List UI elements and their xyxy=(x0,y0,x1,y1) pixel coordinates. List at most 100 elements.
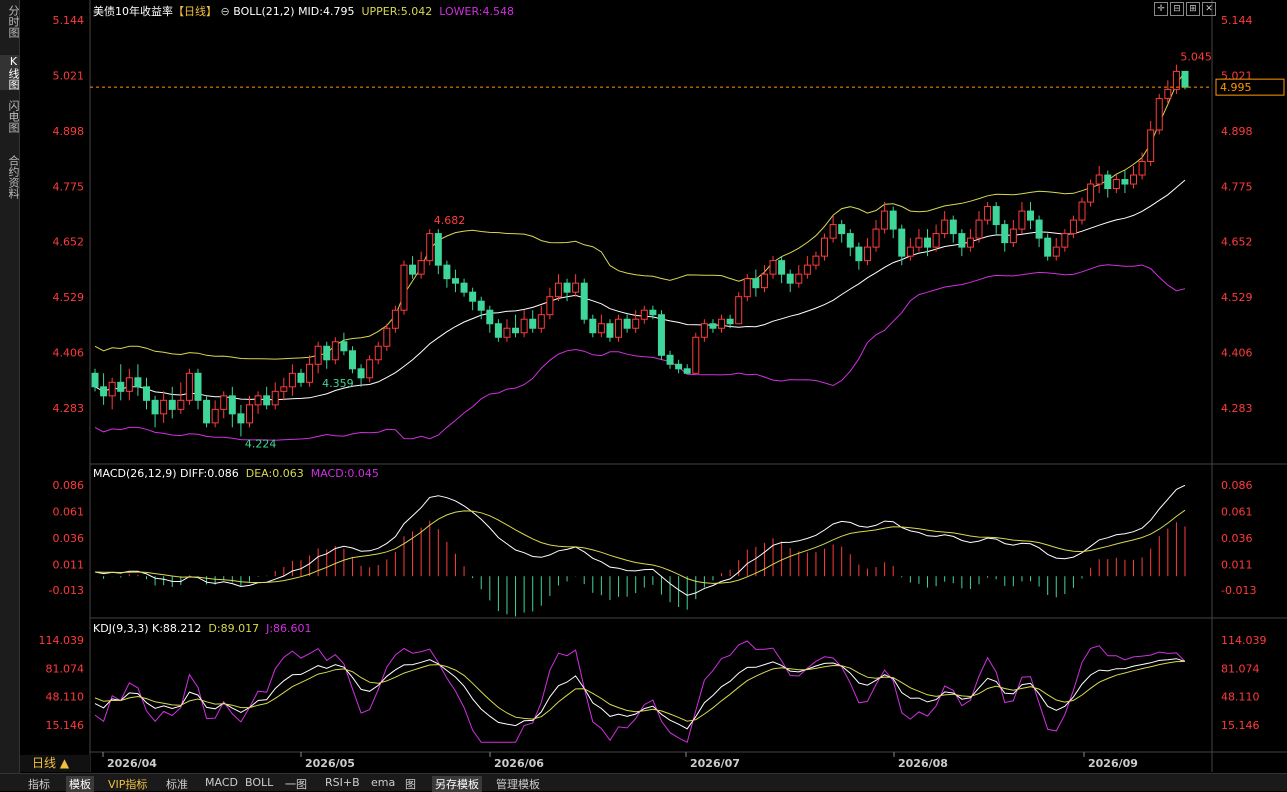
candle-body xyxy=(1095,174,1103,185)
candle-body xyxy=(1009,228,1017,244)
candle-body xyxy=(786,273,794,284)
current-price-label: 4.995 xyxy=(1220,81,1252,94)
candle-body xyxy=(1121,179,1129,185)
candle-body xyxy=(1155,97,1163,131)
macd-y-tick-left: -0.013 xyxy=(49,584,84,597)
bottom-tab-8[interactable]: ema xyxy=(371,776,395,789)
candle-body xyxy=(640,309,648,320)
candle-body xyxy=(906,246,914,257)
period-tag[interactable]: 【日线】 xyxy=(173,5,217,18)
candle-body xyxy=(572,282,580,293)
candle-body xyxy=(1147,129,1155,163)
candle-body xyxy=(589,318,597,334)
kdj-k-line xyxy=(94,658,1186,730)
kdj-y-tick-left: 114.039 xyxy=(39,634,85,647)
price-annotation: 4.224 xyxy=(245,438,277,451)
candle-body xyxy=(537,314,545,329)
x-tick-label: 2026/09 xyxy=(1088,757,1138,770)
period-button[interactable]: 日线 ▲ xyxy=(20,755,90,772)
candle-body xyxy=(323,345,331,361)
macd-y-tick-right: 0.061 xyxy=(1221,506,1253,519)
y-tick-left: 4.898 xyxy=(53,125,85,138)
candle-body xyxy=(142,386,150,401)
candle-body xyxy=(1052,246,1060,257)
candle-body xyxy=(1130,174,1138,185)
settings-icon[interactable]: ⊖ xyxy=(221,5,230,18)
candle-body xyxy=(735,296,743,325)
candle-body xyxy=(168,399,176,410)
macd-name[interactable]: MACD(26,12,9) xyxy=(93,467,177,480)
y-tick-right: 4.775 xyxy=(1221,180,1253,193)
candle-body xyxy=(829,224,837,239)
candle-body xyxy=(263,395,271,406)
close-icon[interactable]: ✕ xyxy=(1202,2,1216,16)
candle-body xyxy=(924,237,932,248)
candle-body xyxy=(1001,224,1009,244)
y-tick-left: 4.775 xyxy=(53,180,85,193)
macd-y-tick-right: -0.013 xyxy=(1221,584,1256,597)
candle-body xyxy=(803,264,811,275)
candle-body xyxy=(451,278,459,284)
candle-body xyxy=(460,282,468,293)
candle-body xyxy=(383,327,391,347)
candle-body xyxy=(340,341,348,352)
candle-body xyxy=(494,323,502,338)
boll-lower: LOWER:4.548 xyxy=(439,5,514,18)
macd-dea-line xyxy=(94,509,1186,584)
price-annotation: 4.359 xyxy=(322,377,354,390)
y-tick-right: 4.898 xyxy=(1221,125,1253,138)
candle-body xyxy=(1112,179,1120,190)
macd-y-tick-left: 0.061 xyxy=(53,506,85,519)
candle-body xyxy=(975,219,983,239)
macd-value: MACD:0.045 xyxy=(310,467,379,480)
kdj-y-tick-left: 15.146 xyxy=(46,719,85,732)
kdj-y-tick-right: 48.110 xyxy=(1221,691,1260,704)
indicator-name[interactable]: BOLL(21,2) xyxy=(233,5,294,18)
candle-body xyxy=(838,224,846,235)
y-tick-left: 4.652 xyxy=(53,236,85,249)
candle-body xyxy=(288,372,296,388)
candle-body xyxy=(297,372,305,383)
candle-body xyxy=(958,233,966,248)
candle-body xyxy=(520,318,528,334)
candle-body xyxy=(632,318,640,329)
candle-body xyxy=(563,282,571,293)
bottom-tab-7[interactable]: RSI+B xyxy=(325,776,360,789)
candle-body xyxy=(160,399,168,415)
candle-body xyxy=(855,246,863,262)
kdj-k: K:88.212 xyxy=(152,622,202,635)
candle-body xyxy=(426,233,434,262)
candle-body xyxy=(984,206,992,221)
candle-body xyxy=(185,372,193,401)
candle-body xyxy=(752,278,760,289)
bottom-tab-5[interactable]: BOLL xyxy=(245,776,273,789)
candle-body xyxy=(743,278,751,298)
candle-body xyxy=(357,368,365,379)
kdj-d: D:89.017 xyxy=(208,622,260,635)
kdj-name[interactable]: KDJ(9,3,3) xyxy=(93,622,149,635)
kdj-y-tick-right: 15.146 xyxy=(1221,719,1260,732)
candle-body xyxy=(374,345,382,361)
candle-body xyxy=(657,314,665,356)
candle-body xyxy=(348,350,356,370)
y-tick-left: 5.021 xyxy=(53,69,85,82)
macd-y-tick-left: 0.011 xyxy=(53,559,85,572)
kdj-y-tick-left: 81.074 xyxy=(46,662,85,675)
candle-body xyxy=(992,206,1000,226)
candle-body xyxy=(1069,219,1077,235)
fit-icon[interactable]: ⊞ xyxy=(1186,2,1200,16)
candle-body xyxy=(1035,219,1043,239)
price-annotation: 4.682 xyxy=(434,214,466,227)
bottom-tab-4[interactable]: MACD xyxy=(205,776,238,789)
candle-body xyxy=(1181,70,1189,88)
kdj-y-tick-left: 48.110 xyxy=(46,691,85,704)
candle-body xyxy=(220,395,228,410)
candle-body xyxy=(125,377,133,392)
boll-mid: MID:4.795 xyxy=(298,5,355,18)
zoom-out-icon[interactable]: ⊟ xyxy=(1170,2,1184,16)
candle-body xyxy=(443,264,451,280)
price-annotation: 5.045 xyxy=(1180,51,1212,64)
candle-body xyxy=(391,309,399,329)
bottom-toolbar: 指标 模板 VIP指标 标准 MACD BOLL 一图 RSI+B ema 图另存模板 管理模板 xyxy=(0,773,1287,792)
crosshair-icon[interactable]: ✛ xyxy=(1154,2,1168,16)
